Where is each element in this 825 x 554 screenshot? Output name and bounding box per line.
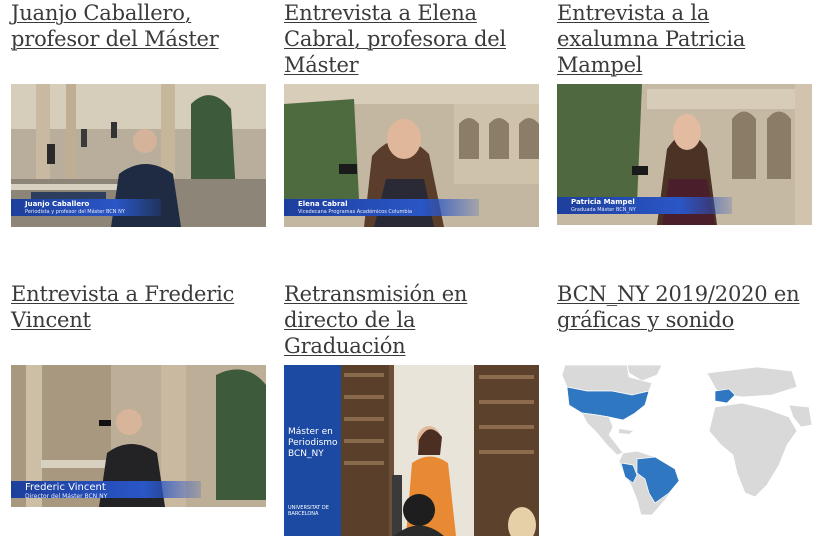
- video-thumbnail-patricia[interactable]: Patricia Mampel Graduada Máster BCN_NY: [557, 84, 812, 225]
- lower-third-caption: Elena Cabral Vicedecana Programas Académ…: [284, 199, 479, 216]
- lower-third-role: Periodista y profesor del Máster BCN NY: [25, 209, 125, 215]
- video-card-juanjo: Juanjo Caballero, profesor del Máster: [11, 0, 266, 52]
- lower-third-name: Elena Cabral: [298, 200, 348, 208]
- video-title-link[interactable]: Entrevista a la exalumna Patricia Mampel: [557, 0, 812, 78]
- banner-line: BCN_NY: [288, 449, 324, 459]
- lower-third-role: Director del Máster BCN NY: [25, 493, 108, 500]
- video-card-patricia: Entrevista a la exalumna Patricia Mampel: [557, 0, 812, 78]
- banner-line: Periodismo: [288, 438, 338, 448]
- banner-footer-text: UNIVERSITAT DE BARCELONA: [288, 505, 329, 517]
- video-card-graduacion: Retransmisión en directo de la Graduació…: [284, 281, 539, 359]
- video-thumbnail-juanjo[interactable]: Juanjo Caballero Periodista y profesor d…: [11, 84, 266, 227]
- lower-third-caption: Juanjo Caballero Periodista y profesor d…: [11, 199, 161, 216]
- lower-third-caption: Frederic Vincent Director del Máster BCN…: [11, 481, 201, 500]
- lower-third-name: Patricia Mampel: [571, 198, 635, 206]
- video-thumbnail-elena[interactable]: Elena Cabral Vicedecana Programas Académ…: [284, 84, 539, 227]
- video-title-link[interactable]: Juanjo Caballero, profesor del Máster: [11, 0, 266, 52]
- lower-third-role: Vicedecana Programas Académicos Columbia: [298, 209, 413, 215]
- lower-third-role: Graduada Máster BCN_NY: [571, 207, 636, 213]
- video-card-frederic: Entrevista a Frederic Vincent: [11, 281, 266, 333]
- video-card-elena: Entrevista a Elena Cabral, profesora del…: [284, 0, 539, 78]
- banner-line: Máster en: [288, 427, 333, 437]
- video-title-link[interactable]: Entrevista a Elena Cabral, profesora del…: [284, 0, 539, 78]
- lower-third-caption: Patricia Mampel Graduada Máster BCN_NY: [557, 197, 732, 214]
- lower-third-name: Juanjo Caballero: [25, 200, 90, 208]
- map-thumbnail[interactable]: [557, 365, 812, 515]
- video-thumbnail-frederic[interactable]: Frederic Vincent Director del Máster BCN…: [11, 365, 266, 507]
- video-title-link[interactable]: BCN_NY 2019/2020 en gráficas y sonido: [557, 281, 812, 333]
- world-map-image: [557, 365, 812, 515]
- lower-third-name: Frederic Vincent: [25, 482, 106, 493]
- video-title-link[interactable]: Retransmisión en directo de la Graduació…: [284, 281, 539, 359]
- video-title-link[interactable]: Entrevista a Frederic Vincent: [11, 281, 266, 333]
- video-card-bcn-ny: BCN_NY 2019/2020 en gráficas y sonido: [557, 281, 812, 333]
- graduation-banner-text: Máster en Periodismo BCN_NY: [288, 427, 338, 460]
- video-thumbnail-graduacion[interactable]: Máster en Periodismo BCN_NY UNIVERSITAT …: [284, 365, 539, 536]
